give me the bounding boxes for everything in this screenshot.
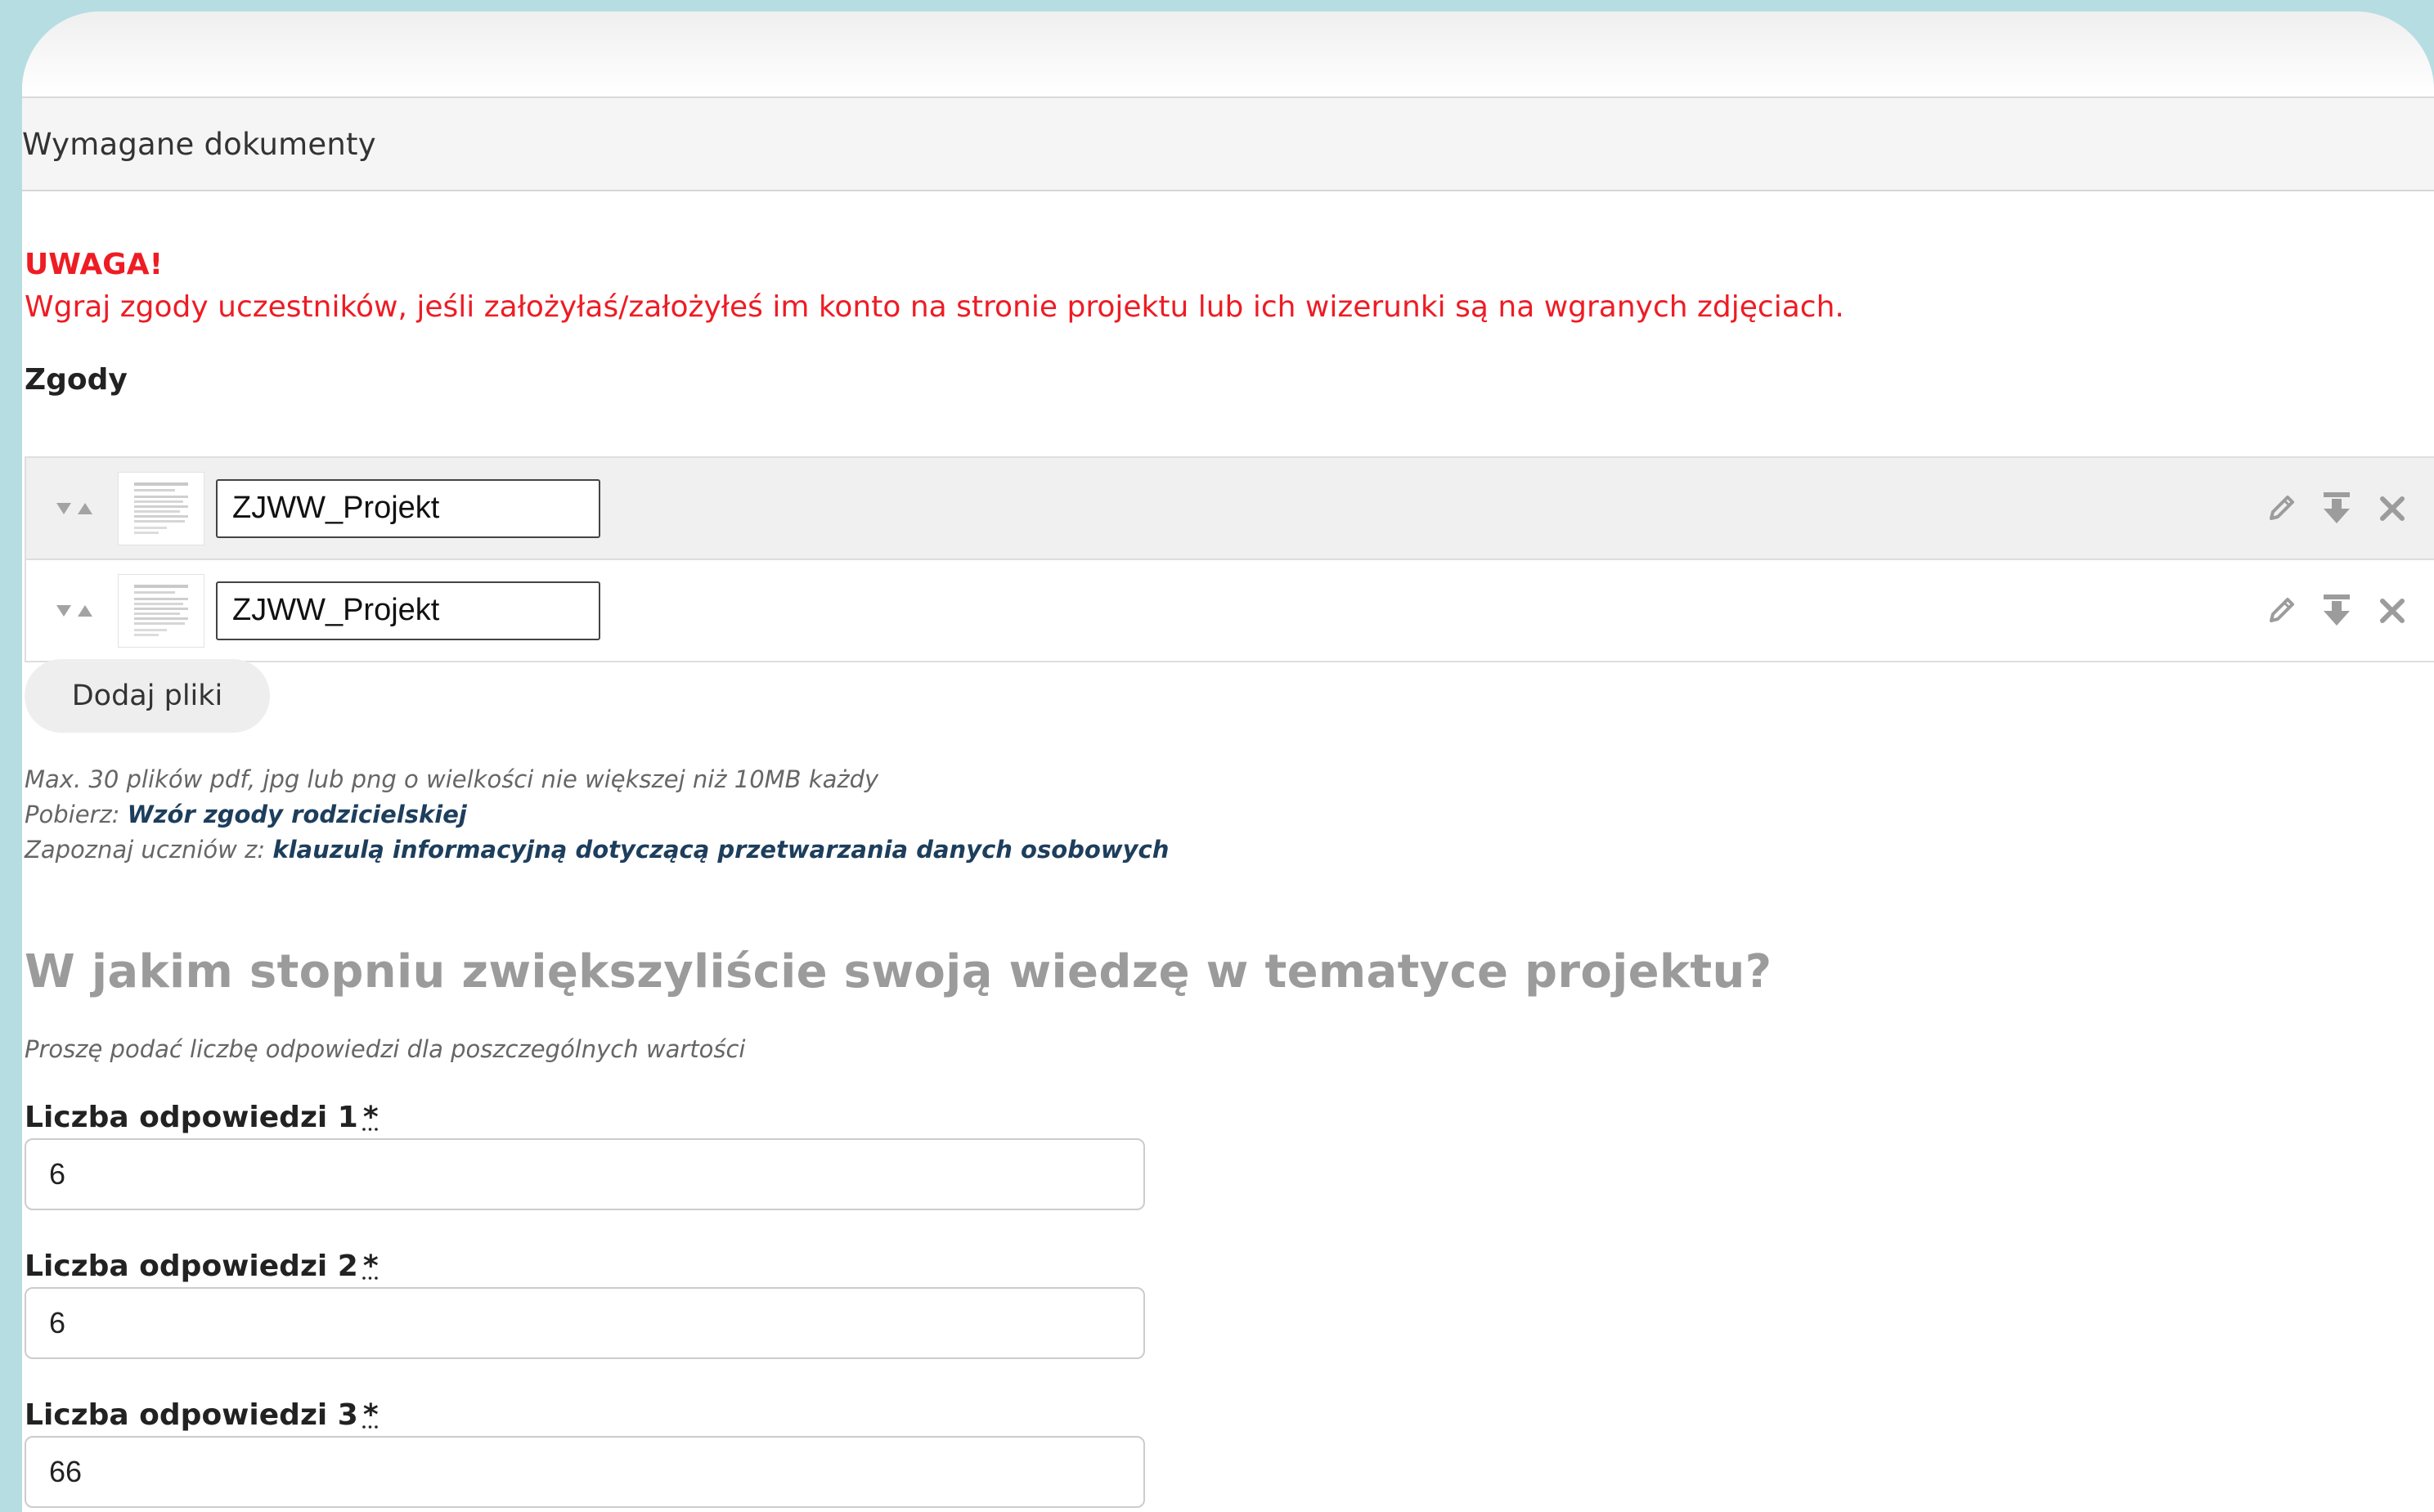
required-marker: *	[362, 1398, 379, 1432]
answers-1-label: Liczba odpowiedzi 1 *	[25, 1101, 379, 1134]
warning-title: UWAGA!	[25, 248, 164, 281]
file-row-actions	[2262, 458, 2411, 559]
top-bar	[22, 11, 2434, 98]
required-marker: *	[362, 1101, 379, 1134]
inform-prefix: Zapoznaj uczniów z:	[25, 836, 266, 864]
file-row[interactable]: ZJWW_Projekt	[26, 458, 2434, 560]
file-name-field[interactable]: ZJWW_Projekt	[216, 478, 600, 538]
privacy-clause-link[interactable]: klauzulą informacyjną dotyczącą przetwar…	[272, 836, 1169, 864]
section-header: Wymagane dokumenty	[22, 98, 2434, 191]
warning-text: Wgraj zgody uczestników, jeśli założyłaś…	[25, 290, 1844, 324]
file-row[interactable]: ZJWW_Projekt	[26, 560, 2434, 661]
consent-template-link[interactable]: Wzór zgody rodzicielskiej	[128, 801, 467, 828]
upload-limits-text: Max. 30 plików pdf, jpg lub png o wielko…	[25, 765, 879, 793]
required-marker: *	[362, 1250, 379, 1283]
pencil-icon[interactable]	[2262, 592, 2300, 630]
answers-3-label: Liczba odpowiedzi 3 *	[25, 1398, 379, 1432]
upload-help: Max. 30 plików pdf, jpg lub png o wielko…	[25, 762, 1169, 868]
download-icon[interactable]	[2318, 592, 2355, 630]
pencil-icon[interactable]	[2262, 490, 2300, 527]
file-thumbnail	[118, 573, 204, 648]
sort-arrows-icon[interactable]	[52, 602, 98, 620]
file-list: ZJWW_Projekt ZJWW_Projekt	[25, 456, 2434, 662]
answers-1-label-text: Liczba odpowiedzi 1	[25, 1101, 358, 1134]
add-files-button[interactable]: Dodaj pliki	[25, 659, 270, 733]
answers-1-input[interactable]	[25, 1138, 1145, 1210]
answers-2-label-text: Liczba odpowiedzi 2	[25, 1250, 358, 1283]
answers-2-input[interactable]	[25, 1287, 1145, 1359]
sort-arrows-icon[interactable]	[52, 500, 98, 518]
warning-message: UWAGA! Wgraj zgody uczestników, jeśli za…	[25, 244, 1844, 329]
question-hint: Proszę podać liczbę odpowiedzi dla poszc…	[25, 1035, 746, 1063]
download-prefix: Pobierz:	[25, 801, 120, 828]
section-title: Wymagane dokumenty	[22, 126, 376, 162]
consents-label: Zgody	[25, 363, 128, 397]
file-thumbnail	[118, 471, 204, 545]
download-icon[interactable]	[2318, 490, 2355, 527]
question-title: W jakim stopniu zwiększyliście swoją wie…	[25, 945, 1772, 998]
answers-3-label-text: Liczba odpowiedzi 3	[25, 1398, 358, 1432]
answers-3-input[interactable]	[25, 1436, 1145, 1508]
inform-line: Zapoznaj uczniów z: klauzulą informacyjn…	[25, 832, 1169, 868]
app-window: Wymagane dokumenty UWAGA! Wgraj zgody uc…	[22, 11, 2434, 1512]
file-name-field[interactable]: ZJWW_Projekt	[216, 581, 600, 640]
close-icon[interactable]	[2373, 490, 2411, 527]
answers-2-label: Liczba odpowiedzi 2 *	[25, 1250, 379, 1283]
close-icon[interactable]	[2373, 592, 2411, 630]
download-line: Pobierz: Wzór zgody rodzicielskiej	[25, 797, 1169, 832]
file-row-actions	[2262, 560, 2411, 661]
